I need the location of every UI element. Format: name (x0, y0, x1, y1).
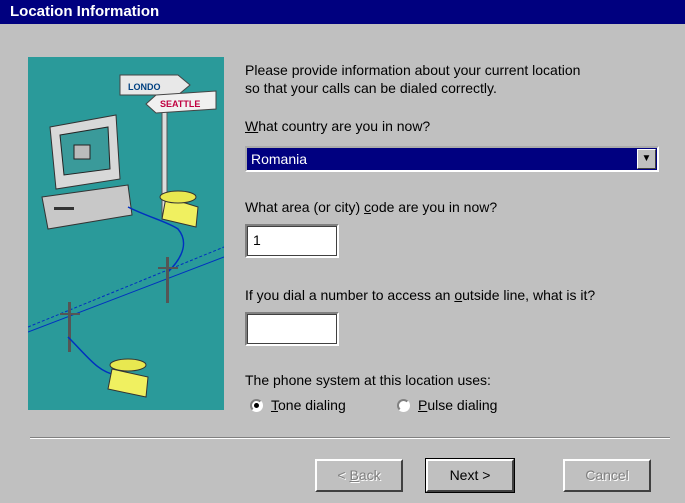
tone-dialing-radio[interactable]: Tone dialing (250, 397, 346, 413)
tone-dialing-label: Tone dialing (271, 397, 346, 413)
outside-line-input[interactable] (245, 312, 339, 346)
outside-line-label: If you dial a number to access an outsid… (245, 287, 596, 303)
phone-line-2 (28, 256, 224, 333)
area-code-value: 1 (253, 232, 261, 248)
tone-radio-button[interactable] (250, 398, 263, 412)
dropdown-arrow-icon[interactable]: ▼ (637, 149, 656, 169)
desk-phone-handset (159, 190, 197, 204)
screen-icon (73, 144, 91, 160)
utility-pole-2 (68, 302, 71, 352)
intro-text-line-2: so that your calls can be dialed correct… (245, 80, 497, 96)
phone-system-label: The phone system at this location uses: (245, 372, 491, 388)
country-dropdown[interactable]: Romania ▼ (245, 146, 659, 172)
remote-phone-handset (109, 358, 147, 372)
back-button[interactable]: < Back (315, 459, 403, 492)
pole-crossbar-1 (158, 267, 178, 269)
country-selected-value: Romania (251, 151, 308, 167)
next-button[interactable]: Next > (425, 458, 515, 493)
country-label: What country are you in now? (245, 118, 431, 134)
drive-slot (54, 207, 74, 210)
sign-london-text: LONDO (128, 82, 161, 92)
cancel-button[interactable]: Cancel (563, 459, 651, 492)
pulse-dialing-label: Pulse dialing (418, 397, 498, 413)
pulse-dialing-radio[interactable]: Pulse dialing (397, 397, 497, 413)
button-separator (30, 437, 670, 439)
cable-2 (67, 336, 117, 376)
remote-phone (107, 368, 149, 398)
intro-text-line-1: Please provide information about your cu… (245, 62, 581, 78)
sign-seattle-text: SEATTLE (160, 99, 200, 109)
phone-line-1 (28, 246, 224, 328)
utility-pole-1 (166, 257, 169, 303)
area-code-input[interactable]: 1 (245, 224, 339, 258)
pulse-radio-button[interactable] (397, 398, 410, 412)
pole-crossbar-2 (60, 313, 80, 315)
area-code-label: What area (or city) code are you in now? (245, 199, 498, 215)
phone-setup-illustration: LONDO SEATTLE (28, 57, 224, 410)
dialog-title: Location Information (0, 0, 685, 24)
